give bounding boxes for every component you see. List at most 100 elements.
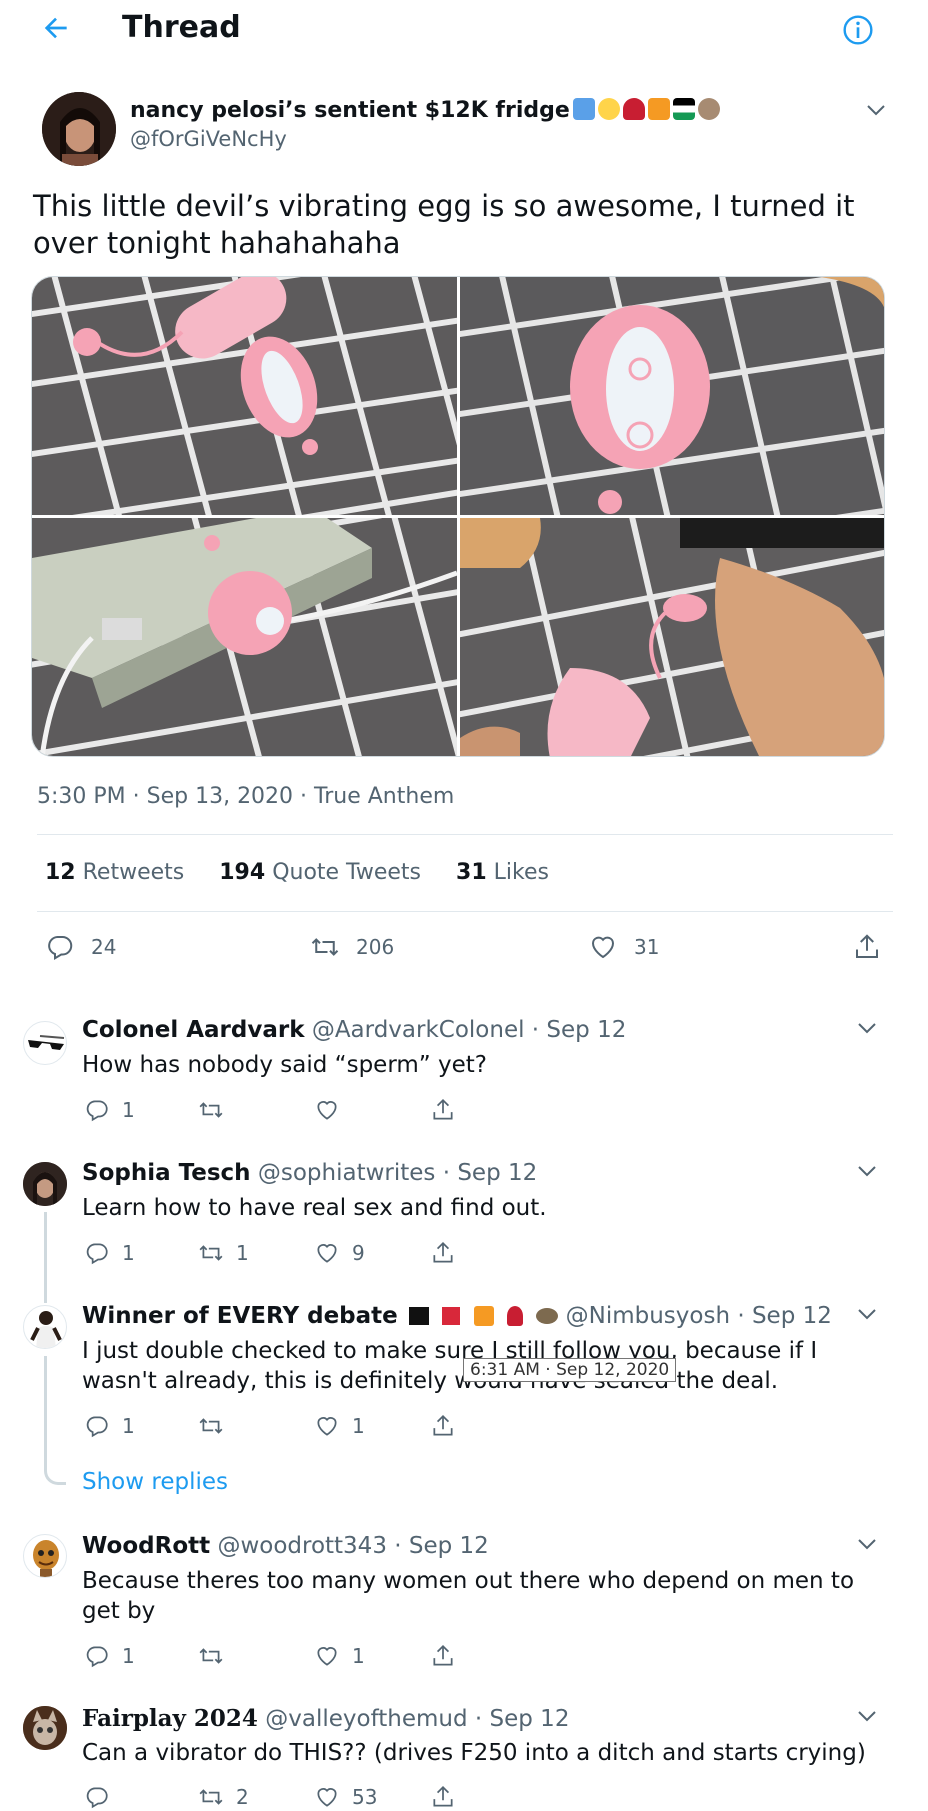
retweet-icon [199, 1418, 223, 1434]
reply-author-name[interactable]: Fairplay 2024 [82, 1705, 258, 1732]
tweet-stats: 12 Retweets 194 Quote Tweets 31 Likes [45, 860, 577, 885]
retweet-icon [311, 938, 339, 956]
reply-author-handle[interactable]: @woodrott343 · Sep 12 [217, 1533, 488, 1559]
divider [37, 911, 893, 912]
retweet-button[interactable] [198, 1097, 236, 1123]
avatar[interactable] [23, 1305, 67, 1349]
reply-count: 1 [122, 1414, 135, 1438]
retweet-button[interactable]: 2 [198, 1784, 249, 1810]
media-image-3[interactable] [32, 518, 457, 756]
retweet-button[interactable]: 1 [198, 1240, 249, 1266]
like-button[interactable]: 1 [314, 1413, 365, 1439]
chevron-down-icon[interactable] [855, 1159, 879, 1183]
retweet-count: 206 [356, 935, 395, 959]
avatar[interactable] [23, 1534, 67, 1578]
thread-header: Thread [0, 0, 928, 60]
tweet-text: This little devil’s vibrating egg is so … [33, 189, 855, 260]
reply-count: 1 [122, 1098, 135, 1122]
like-icon [591, 936, 615, 959]
quote-tweets-stat[interactable]: 194 Quote Tweets [219, 860, 421, 885]
reply-actions: 1 1 [82, 1643, 582, 1673]
tweet-timestamp[interactable]: 5:30 PM · Sep 13, 2020 · True Anthem [37, 784, 454, 809]
safety-vest-emoji-icon [647, 98, 670, 120]
chevron-down-icon[interactable] [855, 1302, 879, 1326]
chevron-down-icon[interactable] [855, 1704, 879, 1728]
retweet-button[interactable] [198, 1643, 236, 1669]
like-count: 1 [352, 1414, 365, 1438]
thread-line [44, 1212, 47, 1303]
reply-icon [86, 1243, 108, 1265]
retweets-stat[interactable]: 12 Retweets [45, 860, 184, 885]
timestamp-tooltip: 6:31 AM · Sep 12, 2020 [463, 1358, 677, 1382]
reply-header: Fairplay 2024 @valleyofthemud · Sep 12 [82, 1705, 569, 1732]
reply-author-name[interactable]: Winner of EVERY debate [82, 1303, 398, 1329]
reply-button[interactable]: 1 [84, 1413, 135, 1439]
tweet-actions: 24 206 31 [0, 928, 928, 972]
share-button[interactable] [430, 1097, 468, 1123]
media-image-1[interactable] [32, 277, 457, 515]
show-replies-link[interactable]: Show replies [82, 1469, 228, 1495]
info-icon[interactable] [842, 14, 874, 46]
avatar[interactable] [23, 1021, 67, 1065]
reply-author-handle[interactable]: @AardvarkColonel · Sep 12 [312, 1017, 627, 1043]
author-name-text: nancy pelosi’s sentient $12K fridge [130, 98, 570, 123]
reply-icon [86, 1646, 108, 1668]
reply-text: How has nobody said “sperm” yet? [82, 1052, 487, 1078]
chevron-down-icon[interactable] [855, 1016, 879, 1040]
retweet-icon [199, 1102, 223, 1118]
avatar[interactable] [42, 92, 116, 166]
reply-author-name[interactable]: Sophia Tesch [82, 1160, 251, 1186]
like-icon [317, 1244, 337, 1263]
back-arrow-icon[interactable] [40, 12, 72, 44]
chevron-down-icon[interactable] [864, 98, 888, 122]
reply-actions: 1 1 9 [82, 1240, 582, 1270]
like-button[interactable]: 31 [588, 932, 659, 962]
retweet-button[interactable]: 206 [310, 932, 394, 962]
tie-emoji-icon [572, 98, 595, 120]
retweet-icon [199, 1789, 223, 1805]
retweet-icon [199, 1245, 223, 1261]
author-name[interactable]: nancy pelosi’s sentient $12K fridge [130, 98, 720, 123]
share-button[interactable] [852, 932, 898, 962]
like-button[interactable] [314, 1097, 352, 1123]
like-button[interactable]: 1 [314, 1643, 365, 1669]
media-image-4[interactable] [460, 518, 884, 756]
reply-button[interactable]: 1 [84, 1240, 135, 1266]
reply-icon [86, 1100, 108, 1122]
share-icon [433, 1415, 453, 1436]
like-button[interactable]: 53 [314, 1784, 377, 1810]
reply-header: WoodRott @woodrott343 · Sep 12 [82, 1533, 489, 1559]
avatar[interactable] [23, 1162, 67, 1206]
author-handle[interactable]: @fOrGiVeNcHy [130, 127, 287, 151]
like-icon [317, 1101, 337, 1120]
reply-button[interactable]: 1 [84, 1643, 135, 1669]
reply-icon [86, 1416, 108, 1438]
reply-author-name[interactable]: Colonel Aardvark [82, 1017, 305, 1043]
share-button[interactable] [430, 1413, 468, 1439]
reply-text: Because theres too many women out there … [82, 1568, 855, 1624]
reply-count: 1 [122, 1644, 135, 1668]
media-image-2[interactable] [460, 277, 884, 515]
share-button[interactable] [430, 1643, 468, 1669]
quote-tweets-label: Quote Tweets [272, 860, 422, 885]
retweet-count: 2 [236, 1785, 249, 1809]
reply-button[interactable]: 1 [84, 1097, 135, 1123]
likes-stat[interactable]: 31 Likes [456, 860, 549, 885]
duck-emoji-icon [536, 1308, 559, 1324]
retweet-button[interactable] [198, 1413, 236, 1439]
reply-author-handle[interactable]: @sophiatwrites · Sep 12 [258, 1160, 537, 1186]
like-button[interactable]: 9 [314, 1240, 365, 1266]
avatar[interactable] [23, 1706, 67, 1750]
reply-author-handle[interactable]: @valleyofthemud · Sep 12 [265, 1706, 569, 1732]
quote-tweets-count: 194 [219, 860, 266, 885]
share-button[interactable] [430, 1240, 468, 1266]
reply-author-name[interactable]: WoodRott [82, 1533, 210, 1559]
reply-author-handle[interactable]: @Nimbusyosh · Sep 12 [566, 1303, 832, 1329]
black-flag-icon [409, 1307, 430, 1325]
like-count: 9 [352, 1241, 365, 1265]
reply-button[interactable]: 24 [45, 932, 116, 962]
reply-button[interactable] [84, 1784, 122, 1810]
share-button[interactable] [430, 1784, 468, 1810]
media-grid [31, 276, 885, 757]
chevron-down-icon[interactable] [855, 1532, 879, 1556]
